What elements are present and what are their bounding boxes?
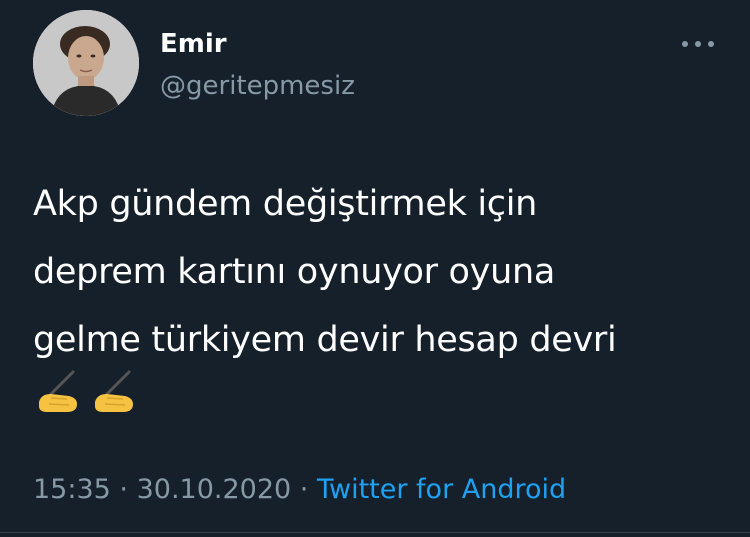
- tweet-source-link[interactable]: Twitter for Android: [317, 474, 566, 505]
- writing-hand-emoji: [33, 368, 83, 418]
- tweet-time[interactable]: 15:35: [33, 474, 111, 505]
- tweet-text: Akp gündem değiştirmek için deprem kartı…: [33, 184, 617, 360]
- avatar[interactable]: [33, 10, 139, 116]
- divider: [0, 532, 750, 533]
- meta-separator: ·: [299, 474, 309, 505]
- tweet-date[interactable]: 30.10.2020: [137, 474, 292, 505]
- writing-hand-emoji: [89, 368, 139, 418]
- more-horizontal-icon[interactable]: [676, 32, 720, 56]
- tweet-card: Emir @geritepmesiz Akp gündem değiştirme…: [0, 0, 750, 537]
- meta-separator: ·: [119, 474, 128, 505]
- emoji-row: [33, 368, 139, 418]
- tweet-meta: 15:35 · 30.10.2020 · Twitter for Android: [33, 470, 566, 510]
- author-handle[interactable]: @geritepmesiz: [160, 68, 355, 104]
- author-display-name[interactable]: Emir: [160, 26, 227, 62]
